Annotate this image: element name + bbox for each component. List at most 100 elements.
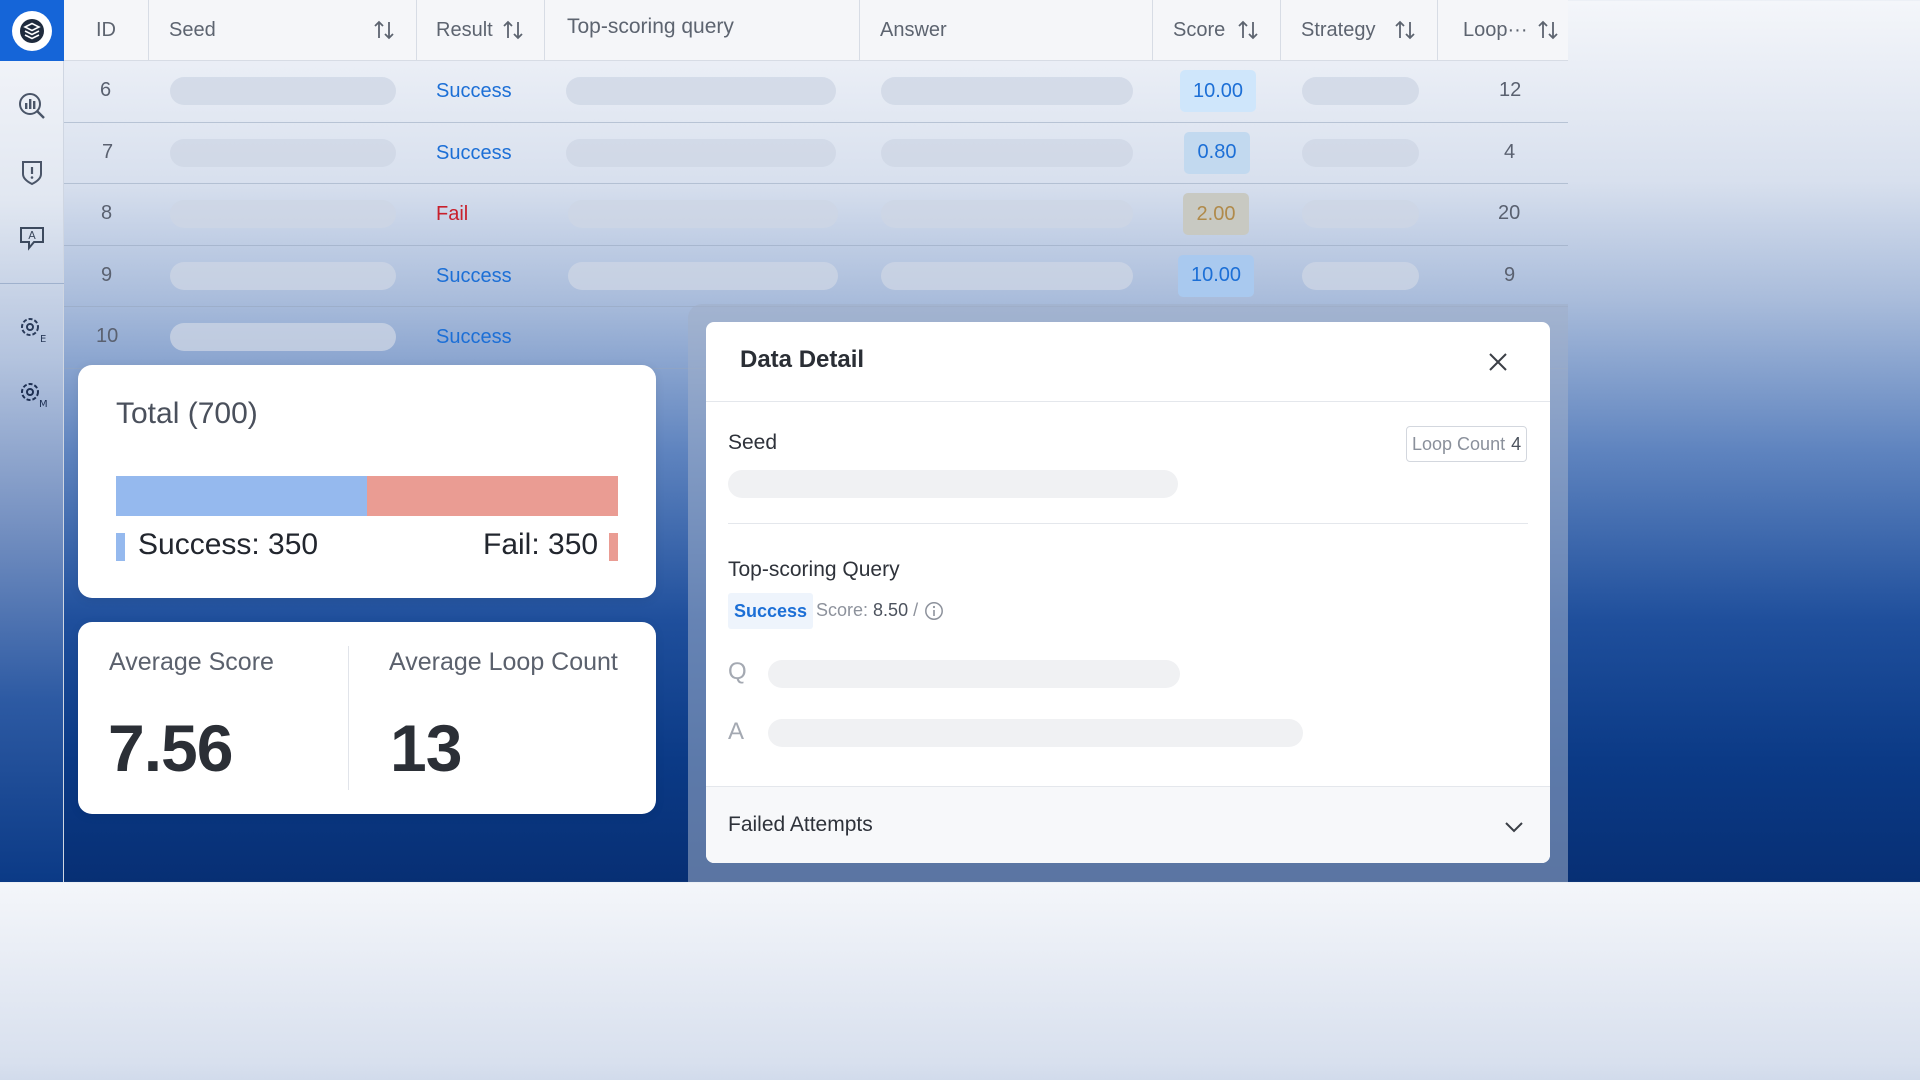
row-id: 7 bbox=[102, 140, 114, 163]
svg-text:A: A bbox=[28, 229, 36, 242]
table-row[interactable]: 8 Fail 2.00 20 bbox=[64, 184, 1568, 246]
column-strategy[interactable]: Strategy bbox=[1281, 0, 1438, 60]
row-id: 10 bbox=[96, 325, 119, 347]
query-placeholder bbox=[566, 138, 836, 167]
sort-icon[interactable] bbox=[502, 18, 524, 42]
answer-placeholder bbox=[881, 200, 1133, 228]
chevron-down-icon[interactable] bbox=[1502, 815, 1526, 839]
settings-e-icon[interactable]: E bbox=[15, 312, 49, 346]
average-loop-label: Average Loop Count bbox=[389, 648, 618, 676]
column-result[interactable]: Result bbox=[417, 0, 545, 60]
result-status[interactable]: Success bbox=[436, 265, 512, 288]
column-seed-label: Seed bbox=[169, 18, 216, 41]
seed-placeholder bbox=[170, 323, 396, 351]
column-score[interactable]: Score bbox=[1153, 0, 1281, 60]
table-row[interactable]: 7 Success 0.80 4 bbox=[64, 123, 1568, 184]
close-icon[interactable] bbox=[1484, 348, 1512, 376]
settings-m-icon[interactable]: M bbox=[15, 377, 49, 411]
loop-count: 4 bbox=[1504, 140, 1516, 163]
table-row[interactable]: 9 Success 10.00 9 bbox=[64, 246, 1568, 307]
row-id: 8 bbox=[101, 202, 113, 224]
result-status[interactable]: Fail bbox=[436, 203, 468, 226]
strategy-placeholder bbox=[1302, 261, 1419, 290]
score-line: Score: 8.50 / bbox=[816, 600, 918, 621]
seed-label: Seed bbox=[728, 431, 778, 454]
query-placeholder bbox=[768, 660, 1180, 688]
sort-icon[interactable] bbox=[1237, 18, 1259, 42]
app-logo[interactable] bbox=[0, 0, 64, 61]
sort-icon[interactable] bbox=[373, 18, 395, 42]
total-title: Total (700) bbox=[116, 397, 258, 430]
column-answer-label: Answer bbox=[880, 18, 947, 41]
status-badge: Success bbox=[728, 593, 814, 629]
fail-count: Fail: 350 bbox=[483, 528, 599, 561]
strategy-placeholder bbox=[1302, 138, 1419, 167]
column-seed[interactable]: Seed bbox=[149, 0, 417, 60]
average-loop-value: 13 bbox=[390, 711, 462, 785]
row-id: 6 bbox=[100, 79, 112, 101]
metrics-divider bbox=[348, 646, 349, 790]
info-icon[interactable] bbox=[924, 601, 944, 621]
svg-text:E: E bbox=[40, 334, 46, 344]
failed-attempts-toggle[interactable]: Failed Attempts bbox=[706, 786, 1550, 863]
column-result-label: Result bbox=[436, 18, 493, 41]
result-status[interactable]: Success bbox=[436, 80, 512, 103]
table-row[interactable]: 6 Success 10.00 12 bbox=[64, 61, 1568, 123]
panel-title: Data Detail bbox=[740, 346, 865, 373]
score-badge: 10.00 bbox=[1178, 254, 1254, 297]
score-prefix: Score: bbox=[816, 600, 869, 620]
column-score-label: Score bbox=[1173, 18, 1226, 41]
score-value: 8.50 bbox=[873, 600, 909, 620]
row-id: 9 bbox=[101, 263, 113, 286]
column-id: ID bbox=[64, 0, 149, 60]
success-bar bbox=[116, 476, 367, 516]
loop-count-label: Loop Count bbox=[1412, 433, 1506, 454]
score-badge: 2.00 bbox=[1183, 193, 1249, 235]
answer-letter: A bbox=[728, 718, 745, 745]
translate-icon[interactable]: A bbox=[15, 220, 49, 254]
answer-placeholder bbox=[881, 261, 1133, 290]
top-query-label: Top-scoring Query bbox=[728, 558, 900, 581]
logo-icon bbox=[12, 10, 52, 51]
table-header: ID Seed Result Top-scoring query Answer … bbox=[64, 0, 1568, 61]
analytics-icon[interactable] bbox=[15, 89, 49, 123]
svg-text:M: M bbox=[39, 399, 47, 409]
column-id-label: ID bbox=[96, 18, 116, 41]
total-card: Total (700) Success: 350 Fail: 350 bbox=[78, 365, 656, 598]
sort-icon[interactable] bbox=[1537, 18, 1559, 42]
query-placeholder bbox=[568, 200, 838, 228]
result-status[interactable]: Success bbox=[436, 142, 512, 165]
loop-count-value: 4 bbox=[1511, 433, 1522, 454]
panel-header-divider bbox=[706, 401, 1550, 402]
score-suffix: / bbox=[913, 600, 919, 620]
seed-placeholder bbox=[170, 77, 396, 105]
seed-placeholder bbox=[170, 138, 396, 167]
score-badge: 10.00 bbox=[1180, 70, 1256, 112]
score-badge: 0.80 bbox=[1184, 131, 1250, 174]
average-score-value: 7.56 bbox=[108, 711, 233, 785]
sort-icon[interactable] bbox=[1394, 18, 1416, 42]
shield-alert-icon[interactable] bbox=[15, 155, 49, 189]
answer-placeholder bbox=[881, 138, 1133, 167]
column-answer: Answer bbox=[860, 0, 1153, 60]
answer-placeholder bbox=[881, 77, 1133, 105]
data-detail-panel: Data Detail Seed Loop Count 4 Top-scorin… bbox=[706, 322, 1550, 863]
query-placeholder bbox=[566, 77, 836, 105]
result-status[interactable]: Success bbox=[436, 326, 512, 349]
seed-placeholder bbox=[728, 470, 1178, 498]
answer-placeholder bbox=[768, 719, 1303, 747]
query-letter: Q bbox=[728, 658, 747, 685]
average-score-label: Average Score bbox=[109, 648, 274, 676]
seed-placeholder bbox=[170, 261, 396, 290]
strategy-placeholder bbox=[1302, 200, 1419, 228]
loop-count: 20 bbox=[1498, 202, 1521, 224]
fail-legend-mark bbox=[609, 533, 618, 561]
sidebar: A E M bbox=[0, 0, 64, 882]
loop-count-badge: Loop Count 4 bbox=[1406, 426, 1528, 462]
loop-count: 9 bbox=[1504, 263, 1516, 286]
column-loop-label: Loop··· bbox=[1463, 18, 1528, 41]
success-legend-mark bbox=[116, 533, 125, 561]
section-divider bbox=[728, 523, 1528, 524]
column-loop[interactable]: Loop··· bbox=[1438, 0, 1568, 60]
loop-count: 12 bbox=[1499, 79, 1522, 101]
